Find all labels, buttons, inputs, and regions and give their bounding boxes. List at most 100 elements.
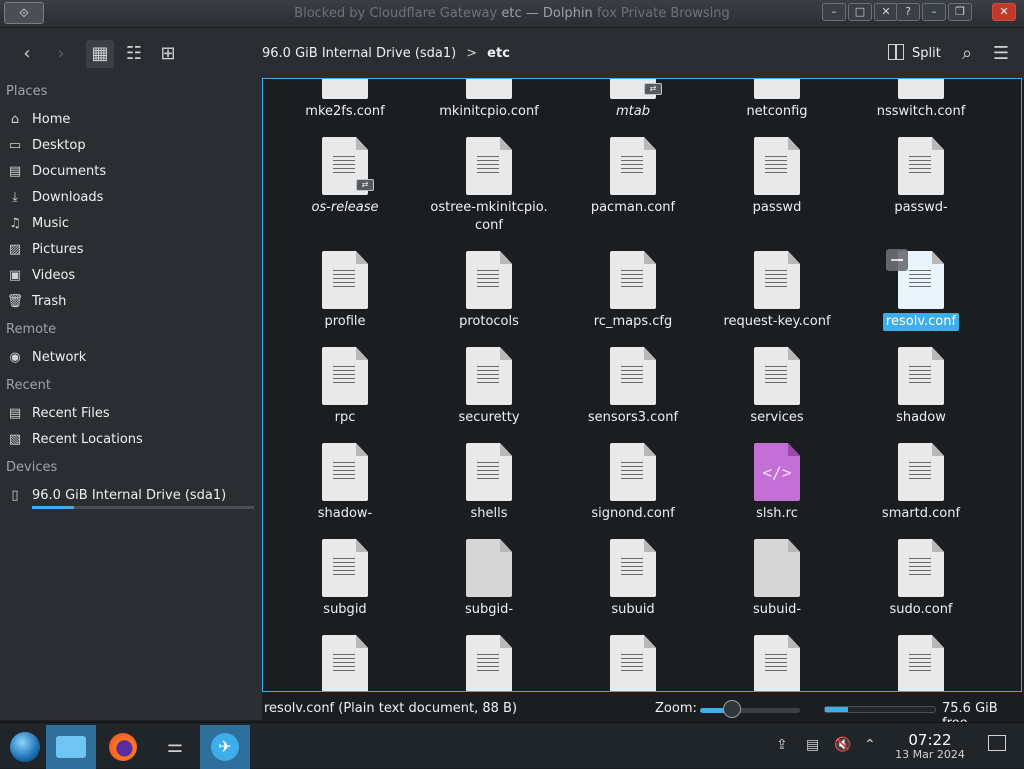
sidebar-item-downloads[interactable]: ⤓ Downloads <box>6 187 103 209</box>
file-item[interactable]: subgid <box>273 539 417 619</box>
sidebar-item-documents[interactable]: ▤ Documents <box>6 161 106 183</box>
text-file-icon <box>466 79 512 99</box>
application-launcher[interactable] <box>0 725 50 769</box>
symlink-icon: ⇄ <box>644 83 662 95</box>
taskbar-firefox[interactable] <box>98 725 148 769</box>
close-button[interactable]: ✕ <box>992 3 1016 21</box>
sidebar-item-recent-locations[interactable]: ▧ Recent Locations <box>6 429 143 451</box>
taskbar-dolphin[interactable] <box>46 725 96 769</box>
volume-muted-icon[interactable]: 🔇 <box>834 737 851 753</box>
file-item[interactable]: profile <box>273 251 417 331</box>
file-item[interactable]: </> slsh.rc <box>705 443 849 523</box>
file-name: netconfig <box>746 104 808 119</box>
file-name: securetty <box>458 410 520 425</box>
file-item[interactable]: passwd <box>705 137 849 217</box>
sidebar-item-pictures[interactable]: ▨ Pictures <box>6 239 84 261</box>
file-item[interactable]: rpc <box>273 347 417 427</box>
taskbar-discover[interactable]: ✈ <box>200 725 250 769</box>
file-item[interactable]: pacman.conf <box>561 137 705 217</box>
file-item[interactable]: shells <box>417 443 561 523</box>
file-item[interactable]: ⇄ mtab <box>561 79 705 121</box>
text-file-icon <box>754 347 800 405</box>
expand-tray-icon[interactable]: ⌃ <box>864 737 876 753</box>
file-item[interactable]: securetty <box>417 347 561 427</box>
file-item[interactable]: smartd.conf <box>849 443 993 523</box>
section-header-devices: Devices <box>6 460 58 475</box>
file-item[interactable]: mke2fs.conf <box>273 79 417 121</box>
icons-view-button[interactable]: ▦ <box>86 40 114 68</box>
file-item[interactable] <box>273 635 417 691</box>
sliders-icon: ⚌ <box>166 736 184 757</box>
show-desktop-icon[interactable] <box>988 735 1006 751</box>
file-item[interactable]: netconfig <box>705 79 849 121</box>
sidebar-item-network[interactable]: ◉ Network <box>6 347 86 369</box>
file-item[interactable]: sudo.conf <box>849 539 993 619</box>
file-item[interactable]: rc_maps.cfg <box>561 251 705 331</box>
file-item[interactable]: passwd- <box>849 137 993 217</box>
split-button[interactable]: Split <box>888 40 941 68</box>
section-header-remote: Remote <box>6 322 57 337</box>
sidebar-item-home[interactable]: ⌂ Home <box>6 109 71 131</box>
file-item[interactable]: resolv.conf <box>849 249 993 331</box>
details-view-button[interactable]: ⊞ <box>154 40 182 68</box>
file-item[interactable]: protocols <box>417 251 561 331</box>
text-file-icon <box>466 137 512 195</box>
text-file-icon <box>322 635 368 691</box>
file-item[interactable]: signond.conf <box>561 443 705 523</box>
back-button[interactable]: ‹ <box>12 40 42 68</box>
file-item[interactable]: subuid <box>561 539 705 619</box>
file-item[interactable]: ⇄ os-release <box>273 137 417 217</box>
zoom-slider[interactable] <box>700 708 800 713</box>
minimize-ghost-button[interactable]: – <box>822 3 846 21</box>
file-name: sudo.conf <box>889 602 953 617</box>
file-item[interactable]: subgid- <box>417 539 561 619</box>
file-item[interactable] <box>849 635 993 691</box>
restore-button[interactable]: ❐ <box>948 3 972 21</box>
update-icon[interactable]: ⇪ <box>776 737 788 753</box>
sidebar-item-videos[interactable]: ▣ Videos <box>6 265 75 287</box>
search-button[interactable]: ⌕ <box>954 40 980 68</box>
file-item[interactable]: services <box>705 347 849 427</box>
file-item[interactable] <box>561 635 705 691</box>
file-view[interactable]: mke2fs.conf mkinitcpio.conf ⇄ mtab netconfig… <box>262 78 1022 692</box>
clipboard-icon[interactable]: ▤ <box>806 737 819 753</box>
menu-button[interactable]: ☰ <box>988 40 1014 68</box>
text-file-icon <box>754 251 800 309</box>
clock[interactable]: 07:22 13 Mar 2024 <box>886 732 974 762</box>
close-ghost-button[interactable]: ✕ <box>874 3 898 21</box>
file-item[interactable]: mkinitcpio.conf <box>417 79 561 121</box>
drive-usage-fill <box>32 506 75 509</box>
sidebar-item-96-0-gib-internal-drive-sda1[interactable]: ▯ 96.0 GiB Internal Drive (sda1) <box>6 485 226 507</box>
file-item[interactable]: nsswitch.conf <box>849 79 993 121</box>
minimize-button[interactable]: – <box>922 3 946 21</box>
breadcrumb-current[interactable]: etc <box>487 46 510 61</box>
sidebar-item-recent-files[interactable]: ▤ Recent Files <box>6 403 110 425</box>
places-panel: Places ⌂ Home ▭ Desktop ▤ Documents ⤓ Downloads ♫… <box>0 80 262 720</box>
zoom-slider-handle[interactable] <box>723 700 741 718</box>
file-item[interactable]: shadow- <box>273 443 417 523</box>
file-item[interactable] <box>417 635 561 691</box>
file-item[interactable]: sensors3.conf <box>561 347 705 427</box>
file-name: shadow <box>896 410 946 425</box>
taskbar-settings[interactable]: ⚌ <box>150 725 200 769</box>
file-item[interactable]: shadow <box>849 347 993 427</box>
help-button[interactable]: ? <box>896 3 920 21</box>
breadcrumb-drive[interactable]: 96.0 GiB Internal Drive (sda1) <box>262 46 456 61</box>
forward-button[interactable]: › <box>46 40 76 68</box>
file-item[interactable]: ostree-mkinitcpio. conf <box>417 137 561 235</box>
compact-view-button[interactable]: ☷ <box>120 40 148 68</box>
sidebar-item-trash[interactable]: 🗑 Trash <box>6 291 67 313</box>
maximize-ghost-button[interactable]: □ <box>848 3 872 21</box>
network-icon: ◉ <box>9 350 21 365</box>
discover-icon: ✈ <box>211 733 239 761</box>
file-item[interactable]: request-key.conf <box>705 251 849 331</box>
sidebar-item-music[interactable]: ♫ Music <box>6 213 69 235</box>
file-name: pacman.conf <box>590 200 676 215</box>
file-item[interactable] <box>705 635 849 691</box>
deselect-toggle-icon[interactable] <box>886 249 908 271</box>
taskbar: ⚌ ✈ ⇪ ▤ 🔇 ⌃ 07:22 13 Mar 2024 <box>0 722 1024 769</box>
sidebar-item-desktop[interactable]: ▭ Desktop <box>6 135 86 157</box>
file-item[interactable]: subuid- <box>705 539 849 619</box>
search-icon: ⌕ <box>961 43 973 64</box>
text-file-icon <box>322 79 368 99</box>
